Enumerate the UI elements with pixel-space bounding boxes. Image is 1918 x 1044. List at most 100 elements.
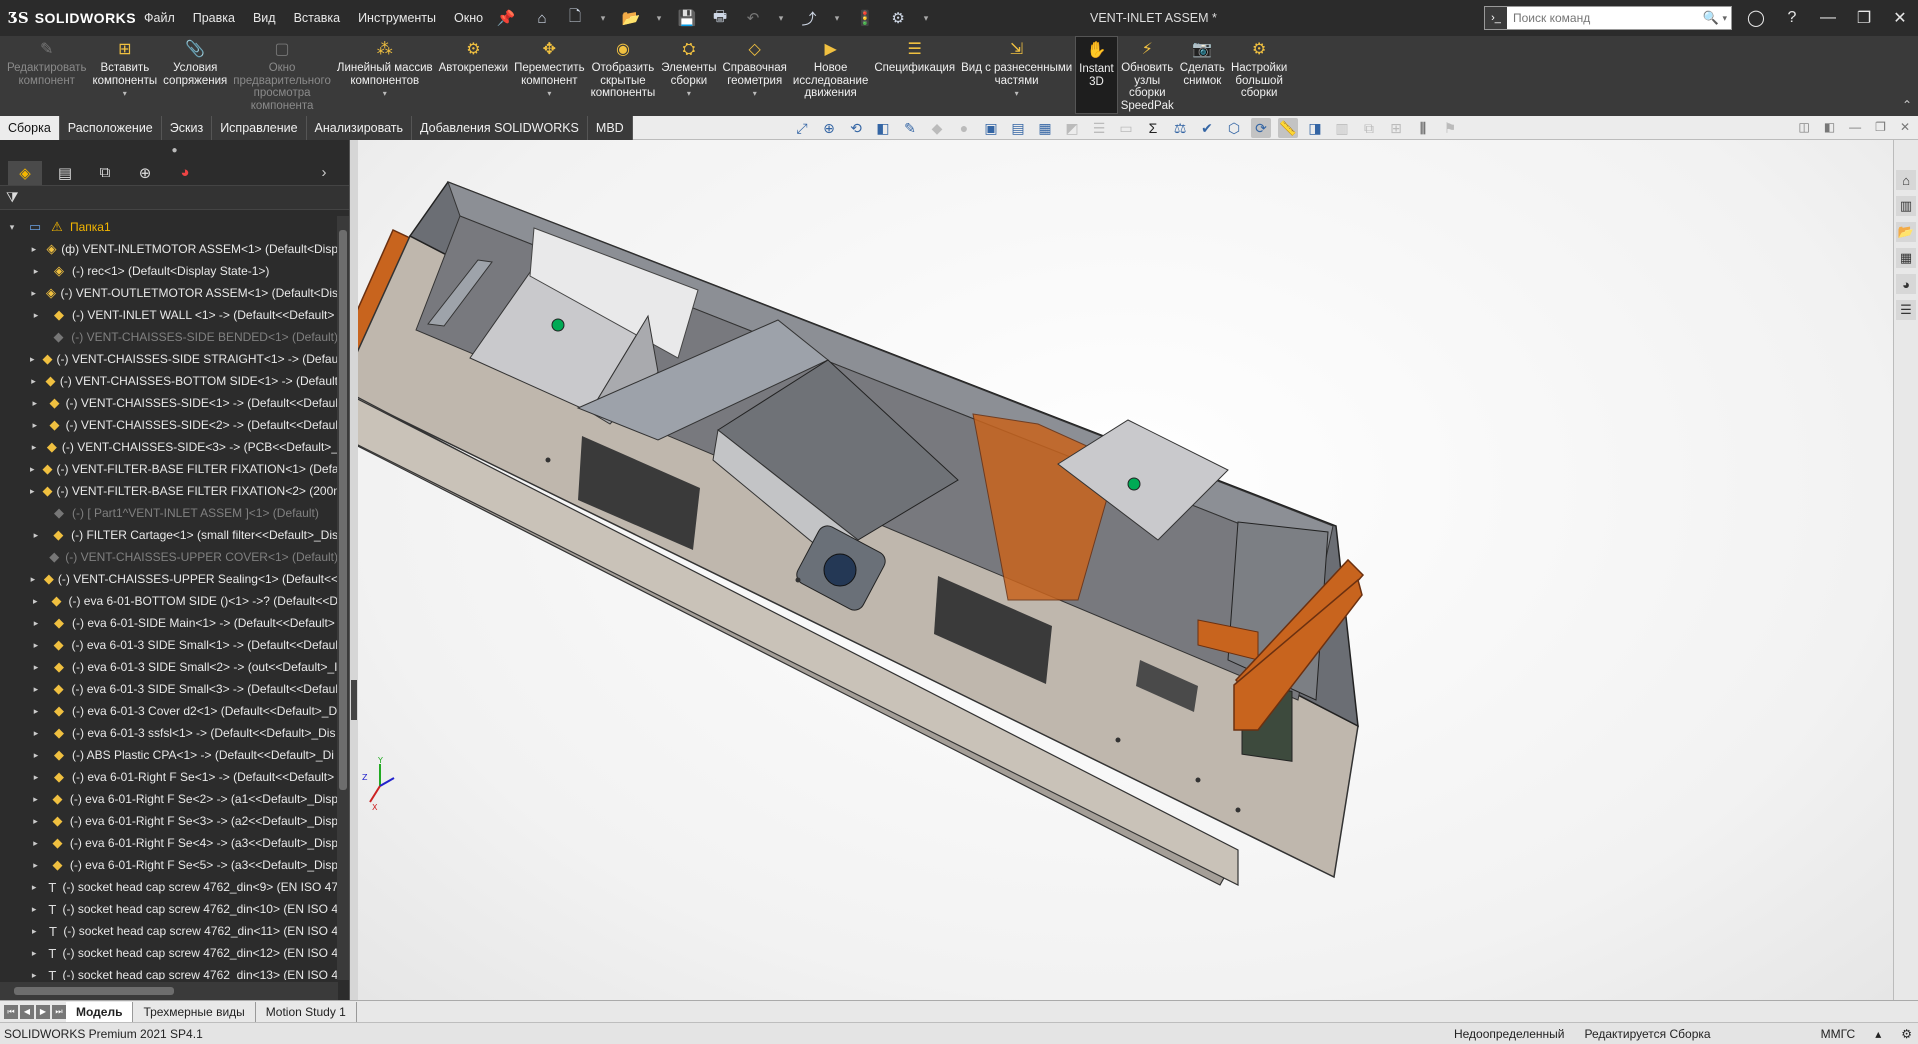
instant3d-icon[interactable]: ⟳ — [1251, 118, 1271, 138]
search-icon[interactable]: 🔍 — [1702, 10, 1722, 26]
explode-icon[interactable]: ⧉ — [1359, 118, 1379, 138]
tree-item[interactable]: ▸ ◆ (-) VENT-FILTER-BASE FILTER FIXATION<1… — [0, 458, 338, 480]
flag-icon[interactable]: ⚑ — [1440, 118, 1460, 138]
units-dropdown-icon[interactable]: ▴ — [1875, 1027, 1881, 1041]
status-settings-icon[interactable]: ⚙ — [1901, 1027, 1912, 1041]
tree-item[interactable]: ▸ ◈ (-) VENT-OUTLETMOTOR ASSEM<1> (Default… — [0, 282, 338, 304]
tab-model[interactable]: Модель — [66, 1001, 134, 1022]
tree-item[interactable]: ▸ ◆ (-) eva 6-01-Right F Se<5> -> (a3<<Def… — [0, 854, 338, 876]
ribbon-button-speedpak[interactable]: ⚡ Обновить узлы сборки SpeedPak — [1118, 36, 1177, 112]
ribbon-button-edit-component[interactable]: ✎ Редактировать компонент — [4, 36, 89, 87]
tree-item[interactable]: ▸ ◆ (-) eva 6-01-3 Cover d2<1> (Default<<D… — [0, 700, 338, 722]
tree-item[interactable]: ▸ ◆ (-) VENT-CHAISSES-BOTTOM SIDE<1> -> (D… — [0, 370, 338, 392]
expand-icon[interactable]: ▸ — [30, 464, 35, 475]
viewport-tile-right-icon[interactable]: ◧ — [1824, 120, 1835, 134]
new-dropdown-icon[interactable]: ▾ — [598, 8, 608, 28]
ribbon-button-new-motion-study[interactable]: ▶ Новое исследование движения — [790, 36, 871, 100]
tree-scroll-thumb[interactable] — [339, 230, 347, 790]
menu-item-2[interactable]: Вид — [244, 11, 285, 25]
menu-item-1[interactable]: Правка — [184, 11, 244, 25]
ribbon-button-smart-fasteners[interactable]: ⚙ Автокрепежи — [436, 36, 512, 75]
zoom-to-fit-icon[interactable]: ⤢ — [792, 118, 812, 138]
menu-item-3[interactable]: Вставка — [285, 11, 349, 25]
menu-item-4[interactable]: Инструменты — [349, 11, 445, 25]
hide-show-icon[interactable]: ▣ — [981, 118, 1001, 138]
dynamic-annotation-icon[interactable]: ✎ — [900, 118, 920, 138]
expand-icon[interactable]: ▸ — [30, 750, 42, 761]
expand-icon[interactable]: ▸ — [30, 310, 42, 321]
last-tab-icon[interactable]: ⏭ — [52, 1004, 66, 1019]
help-icon[interactable]: ? — [1774, 9, 1810, 27]
open-dropdown-icon[interactable]: ▾ — [654, 8, 664, 28]
feature-manager-tab-icon[interactable]: ◈ — [8, 160, 42, 185]
tree-item[interactable]: ▸ T (-) socket head cap screw 4762_din<13>… — [0, 964, 338, 981]
viewport-tile-left-icon[interactable]: ◫ — [1798, 120, 1809, 134]
panel-splitter[interactable] — [350, 140, 358, 1000]
tree-item[interactable]: ▸ ◆ (-) FILTER Cartage<1> (small filter<<D… — [0, 524, 338, 546]
account-icon[interactable]: ◯ — [1738, 8, 1774, 28]
options-gear-icon[interactable]: ⚙ — [888, 8, 908, 28]
tree-item[interactable]: ▸ ◆ (-) eva 6-01-SIDE Main<1> -> (Default<… — [0, 612, 338, 634]
viewport-minimize-icon[interactable]: — — [1849, 120, 1861, 134]
rebuild-view-icon[interactable]: ☰ — [1089, 118, 1109, 138]
ribbon-button-large-assembly[interactable]: ⚙ Настройки большой сборки — [1228, 36, 1290, 100]
expand-icon[interactable]: ▸ — [30, 420, 39, 431]
expand-icon[interactable]: ▸ — [30, 970, 38, 981]
expand-icon[interactable]: ▸ — [30, 376, 37, 387]
expand-icon[interactable]: ▸ — [30, 596, 41, 607]
ribbon-button-move-component[interactable]: ✥ Переместить компонент ▾ — [511, 36, 587, 101]
select-dropdown-icon[interactable]: ▾ — [832, 8, 842, 28]
panel-more-icon[interactable]: › — [307, 161, 341, 185]
collapse-icon[interactable]: ▾ — [6, 222, 18, 233]
next-tab-icon[interactable]: ▶ — [36, 1004, 50, 1019]
check-spelling-icon[interactable]: ✔ — [1197, 118, 1217, 138]
tree-item[interactable]: ▸ T (-) socket head cap screw 4762_din<10>… — [0, 898, 338, 920]
expand-icon[interactable]: ▸ — [30, 926, 39, 937]
ribbon-dropdown-icon[interactable]: ▾ — [687, 88, 691, 101]
command-tab-4[interactable]: Анализировать — [307, 116, 413, 140]
ribbon-button-bom[interactable]: ☰ Спецификация — [871, 36, 958, 75]
ribbon-dropdown-icon[interactable]: ▾ — [547, 88, 551, 101]
ribbon-dropdown-icon[interactable]: ▾ — [1015, 88, 1019, 101]
tree-root-folder[interactable]: ▾ ▭ ⚠ Папка1 — [0, 216, 338, 238]
display-manager-tab-icon[interactable]: ◕ — [168, 161, 202, 185]
assembly-model[interactable] — [358, 140, 1893, 1000]
tree-item[interactable]: ◆ (-) VENT-CHAISSES-UPPER COVER<1> (Defau… — [0, 546, 338, 568]
tree-item[interactable]: ▸ ◆ (-) eva 6-01-Right F Se<2> -> (a1<<Def… — [0, 788, 338, 810]
new-document-icon[interactable]: 🗋 — [565, 8, 585, 28]
command-tab-3[interactable]: Исправление — [212, 116, 307, 140]
expand-icon[interactable]: ▸ — [30, 266, 42, 277]
tree-item[interactable]: ▸ ◆ (-) eva 6-01-3 SIDE Small<2> -> (out<<… — [0, 656, 338, 678]
splitter-grip[interactable] — [351, 680, 357, 720]
tree-filter[interactable]: ⧩ — [0, 186, 349, 210]
graphics-area[interactable]: Y Z X — [358, 140, 1893, 1000]
select-icon[interactable]: ⤴ — [799, 8, 819, 28]
menu-item-5[interactable]: Окно — [445, 11, 492, 25]
open-icon[interactable]: 📂 — [621, 8, 641, 28]
expand-icon[interactable]: ▸ — [30, 442, 38, 453]
expand-icon[interactable]: ▸ — [30, 904, 38, 915]
expand-icon[interactable]: ▸ — [30, 288, 37, 299]
cube-view-icon[interactable]: ◨ — [1305, 118, 1325, 138]
home-icon[interactable]: ⌂ — [532, 8, 552, 28]
previous-view-icon[interactable]: ⟲ — [846, 118, 866, 138]
expand-icon[interactable]: ▸ — [30, 574, 36, 585]
expand-icon[interactable]: ▸ — [30, 530, 42, 541]
ribbon-button-show-hidden[interactable]: ◉ Отобразить скрытые компоненты — [588, 36, 659, 100]
tree-item[interactable]: ▸ ◆ (-) eva 6-01-Right F Se<4> -> (a3<<Def… — [0, 832, 338, 854]
undo-icon[interactable]: ↶ — [743, 8, 763, 28]
expand-icon[interactable]: ▸ — [30, 816, 41, 827]
edit-appearance-icon[interactable]: ▤ — [1008, 118, 1028, 138]
measure-view-icon[interactable]: ▭ — [1116, 118, 1136, 138]
tree-item[interactable]: ▸ ◈ (-) rec<1> (Default<Display State-1>) — [0, 260, 338, 282]
ribbon-button-insert-components[interactable]: ⊞ Вставить компоненты ▾ — [89, 36, 160, 101]
close-icon[interactable]: ✕ — [1882, 8, 1918, 28]
rebuild-icon[interactable]: 🚦 — [855, 8, 875, 28]
expand-icon[interactable]: ▸ — [30, 684, 42, 695]
custom-properties-icon[interactable]: ☰ — [1896, 300, 1916, 320]
mass-properties-icon[interactable]: ⚖ — [1170, 118, 1190, 138]
units-selector[interactable]: ММГС — [1821, 1027, 1856, 1041]
ribbon-button-linear-pattern[interactable]: ⁂ Линейный массив компонентов ▾ — [334, 36, 436, 101]
expand-icon[interactable]: ▸ — [30, 244, 38, 255]
tree-item[interactable]: ▸ T (-) socket head cap screw 4762_din<12>… — [0, 942, 338, 964]
